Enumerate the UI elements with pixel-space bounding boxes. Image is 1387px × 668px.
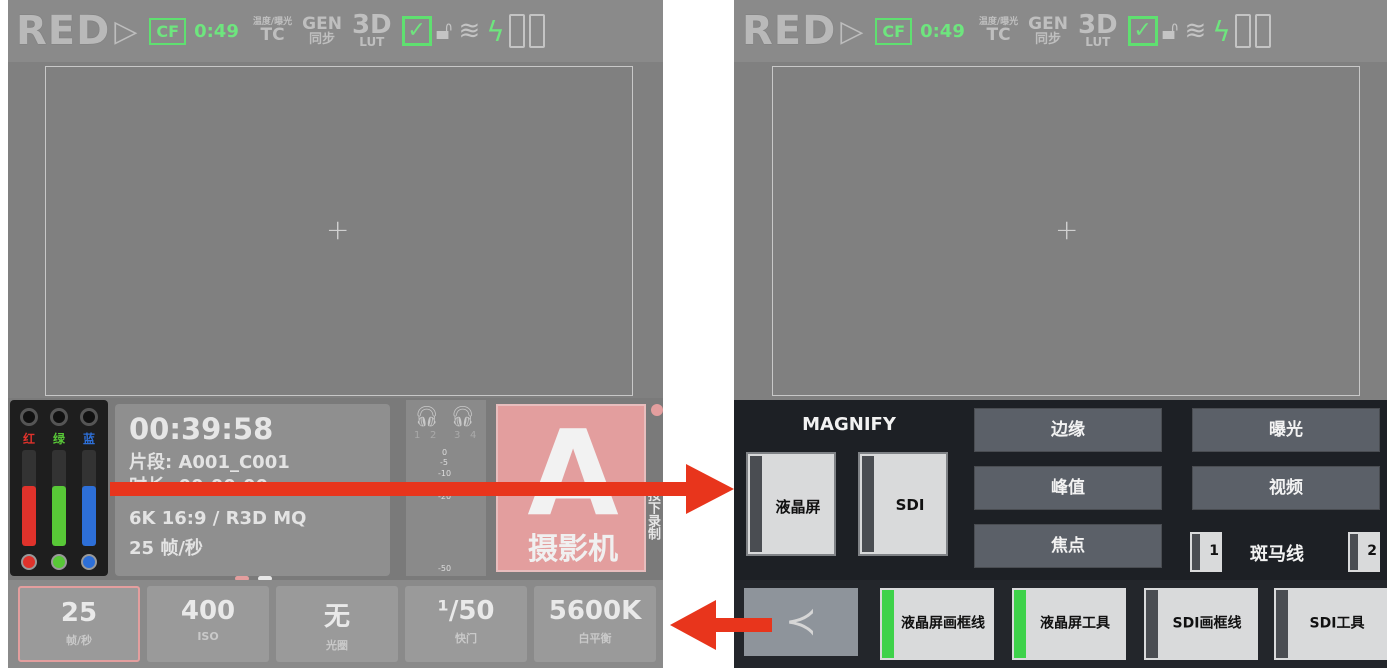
camera-label: 摄影机 [528,532,618,567]
battery-icon [508,14,525,48]
tools-bottom-row: ≺ 液晶屏画框线 液晶屏工具 SDI画框线 SDI工具 [734,580,1387,668]
zebra-1-button[interactable]: 1 [1190,532,1222,572]
magnify-lcd-button[interactable]: 液晶屏 [746,452,836,556]
lock-icon[interactable]: 🔓︎ [436,16,453,47]
monitor-frame: + [772,66,1360,396]
green-led [51,554,67,570]
power-icon: ϟ [1212,14,1231,48]
zebra-label: 斑马线 [1250,544,1304,565]
knob-icon [50,408,68,426]
param-white-balance[interactable]: 5600K 白平衡 [534,586,656,662]
annotation-arrowhead-left [670,600,716,650]
crosshair-icon: + [1055,213,1079,246]
power-icon: ϟ [486,14,505,48]
meter-mark: 0 [442,448,448,457]
channel-label: 4 [470,430,477,441]
exposure-button[interactable]: 曝光 [1192,408,1380,452]
magnify-title: MAGNIFY [802,414,896,435]
video-button[interactable]: 视频 [1192,466,1380,510]
edge-button[interactable]: 边缘 [974,408,1162,452]
record-time-remaining: 0:49 [920,20,965,42]
media-badge[interactable]: CF [149,17,187,45]
knob-icon [80,408,98,426]
rgb-histogram[interactable]: 红 绿 蓝 [10,400,108,576]
sdi-tools-button[interactable]: SDI工具 [1274,588,1387,660]
param-iris[interactable]: 无光圈 [276,586,398,662]
tc-indicator[interactable]: 温度/曝光 TC [979,18,1018,44]
play-arrow-icon[interactable]: ▷ [840,14,863,49]
param-shutter[interactable]: ¹/50 快门 [405,586,527,662]
meter-mark: -50 [438,564,452,573]
sdi-guides-button[interactable]: SDI画框线 [1144,588,1258,660]
green-label: 绿 [53,432,66,446]
red-bar [22,450,36,546]
red-label: 红 [23,432,36,446]
wifi-icon[interactable]: ≋ [1185,16,1207,46]
param-framerate[interactable]: 25 帧/秒 [18,586,140,662]
annotation-arrowhead-right [686,464,734,514]
magnify-sdi-button[interactable]: SDI [858,452,948,556]
annotation-arrow-right [110,482,688,496]
camera-letter: A [527,404,619,542]
channel-label: 1 [414,430,421,441]
status-bar: RED ▷ CF 0:49 温度/曝光 TC GEN 同步 3D LUT ✓ 🔓︎ ≋… [734,0,1387,62]
channel-label: 3 [454,430,461,441]
genlock-indicator[interactable]: GEN 同步 [1028,16,1068,47]
status-bar: RED ▷ CF 0:49 温度/曝光 TC GEN 同步 3D LUT ✓ 🔓︎ ≋… [8,0,663,62]
red-logo: RED [16,8,111,54]
lock-icon[interactable]: 🔓︎ [1162,16,1179,47]
wifi-icon[interactable]: ≋ [459,16,481,46]
meter-mark: -10 [438,469,452,478]
lut-indicator[interactable]: 3D LUT [352,12,392,48]
record-indicator [651,404,663,416]
headphones-icon: 🎧︎ [450,404,476,428]
tc-indicator[interactable]: 温度/曝光 TC [253,18,292,44]
red-led [21,554,37,570]
framerate: 25 帧/秒 [129,538,203,559]
blue-led [81,554,97,570]
battery-icon [1234,14,1251,48]
lcd-guides-button[interactable]: 液晶屏画框线 [880,588,994,660]
annotation-arrow-left [712,618,772,632]
headphones-icon: 🎧︎ [414,404,440,428]
crosshair-icon: + [326,213,350,246]
camera-screen-main: RED ▷ CF 0:49 温度/曝光 TC GEN 同步 3D LUT ✓ 🔓︎ ≋… [8,0,663,668]
zebra-control: 1 斑马线 2 [1190,528,1387,576]
channel-label: 2 [430,430,437,441]
record-time-remaining: 0:49 [194,20,239,42]
meter-mark: -5 [440,458,448,467]
monitor-frame: + [45,66,633,396]
media-badge[interactable]: CF [875,17,913,45]
battery-icon [528,14,545,48]
timecode: 00:39:58 [129,412,274,446]
red-logo: RED [742,8,837,54]
checkbox-icon[interactable]: ✓ [1127,16,1158,46]
back-arrow-icon: ≺ [785,599,817,643]
knob-icon [20,408,38,426]
resolution-format: 6K 16:9 / R3D MQ [129,508,307,529]
lut-indicator[interactable]: 3D LUT [1078,12,1118,48]
clip-name: 片段: A001_C001 [129,452,290,473]
checkbox-icon[interactable]: ✓ [401,16,432,46]
parameter-row: 25 帧/秒 400 ISO 无光圈 ¹/50 快门 5600K 白平衡 [8,580,663,668]
play-arrow-icon[interactable]: ▷ [114,14,137,49]
battery-icon [1254,14,1271,48]
peak-button[interactable]: 峰值 [974,466,1162,510]
camera-screen-tools: RED ▷ CF 0:49 温度/曝光 TC GEN 同步 3D LUT ✓ 🔓︎ ≋… [734,0,1387,668]
param-iso[interactable]: 400 ISO [147,586,269,662]
zebra-2-button[interactable]: 2 [1348,532,1380,572]
blue-label: 蓝 [83,432,96,446]
green-bar [52,450,66,546]
genlock-indicator[interactable]: GEN 同步 [302,16,342,47]
lcd-tools-button[interactable]: 液晶屏工具 [1012,588,1126,660]
blue-bar [82,450,96,546]
focus-button[interactable]: 焦点 [974,524,1162,568]
